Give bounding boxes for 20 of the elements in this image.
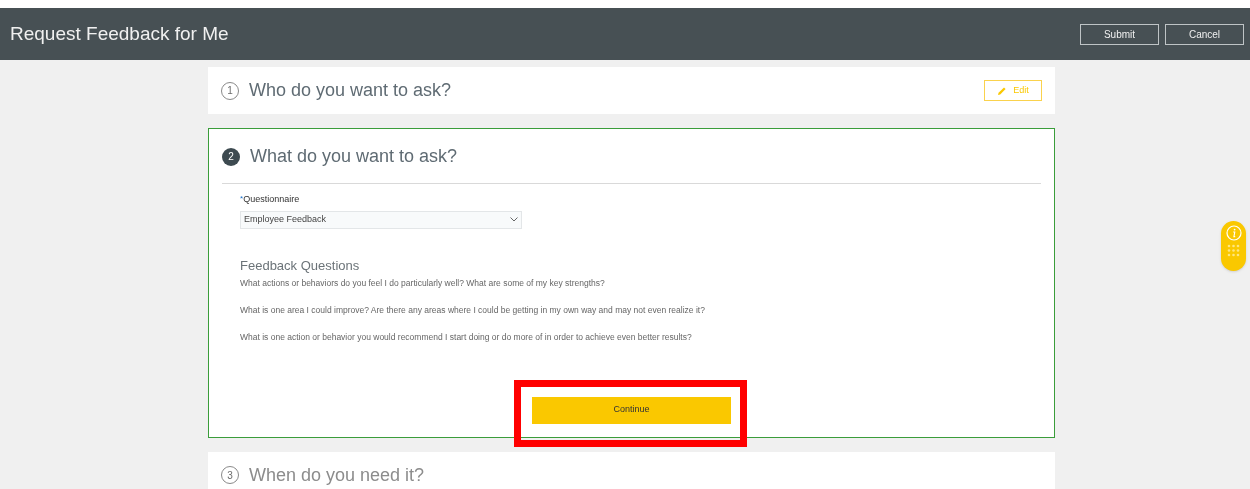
info-icon (1225, 225, 1242, 241)
continue-button[interactable]: Continue (532, 396, 731, 424)
question-text: What is one area I could improve? Are there any areas where I could be getting in my own way and may not even realize it? (240, 303, 706, 317)
info-widget[interactable] (1221, 221, 1246, 271)
section-heading: Feedback Questions (240, 256, 361, 275)
step-title: What do you want to ask? (250, 145, 458, 168)
pencil-icon (997, 85, 1008, 96)
question-text: What actions or behaviors do you feel I do particularly well? What are some of my key strengths? (240, 277, 606, 290)
header-button[interactable]: Submit (1080, 23, 1159, 45)
questionnaire-dropdown[interactable]: Employee Feedback (240, 210, 522, 229)
field-label-text: Questionnaire (243, 193, 300, 206)
step-title: When do you need it? (249, 463, 425, 487)
header-button[interactable]: Cancel (1165, 23, 1244, 45)
page-title: Request Feedback for Me (10, 21, 229, 46)
grid-icon (1227, 244, 1240, 257)
question-text: What is one action or behavior you would recommend I start doing or do more of in order to achieve even better results? (240, 330, 693, 344)
chevron-down-icon (510, 217, 518, 222)
step-number: 2 (222, 147, 240, 166)
step-title: Who do you want to ask? (249, 79, 452, 102)
required-marker: * (240, 193, 244, 203)
